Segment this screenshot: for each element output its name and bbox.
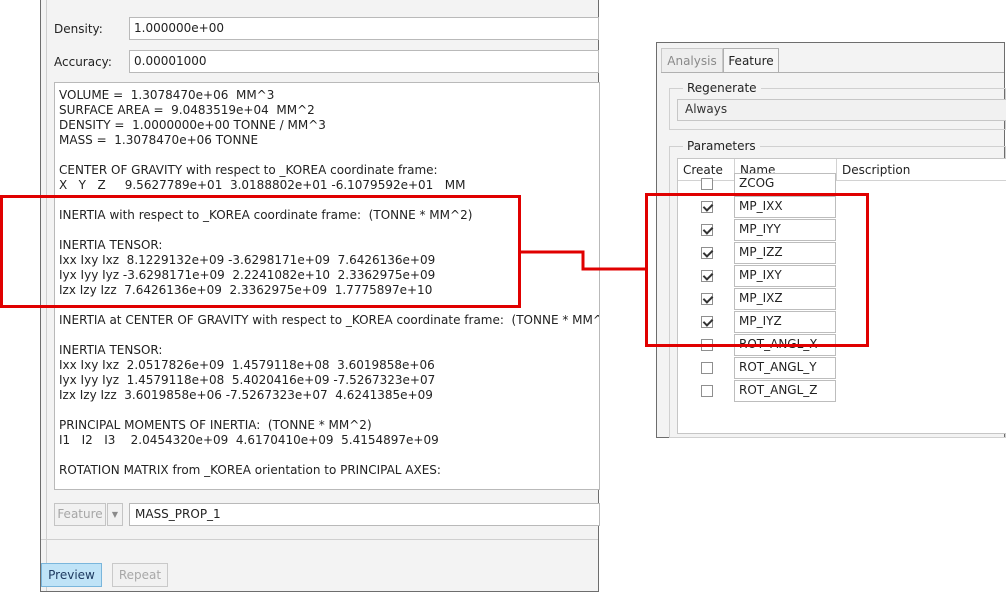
connector-line: [520, 250, 646, 271]
